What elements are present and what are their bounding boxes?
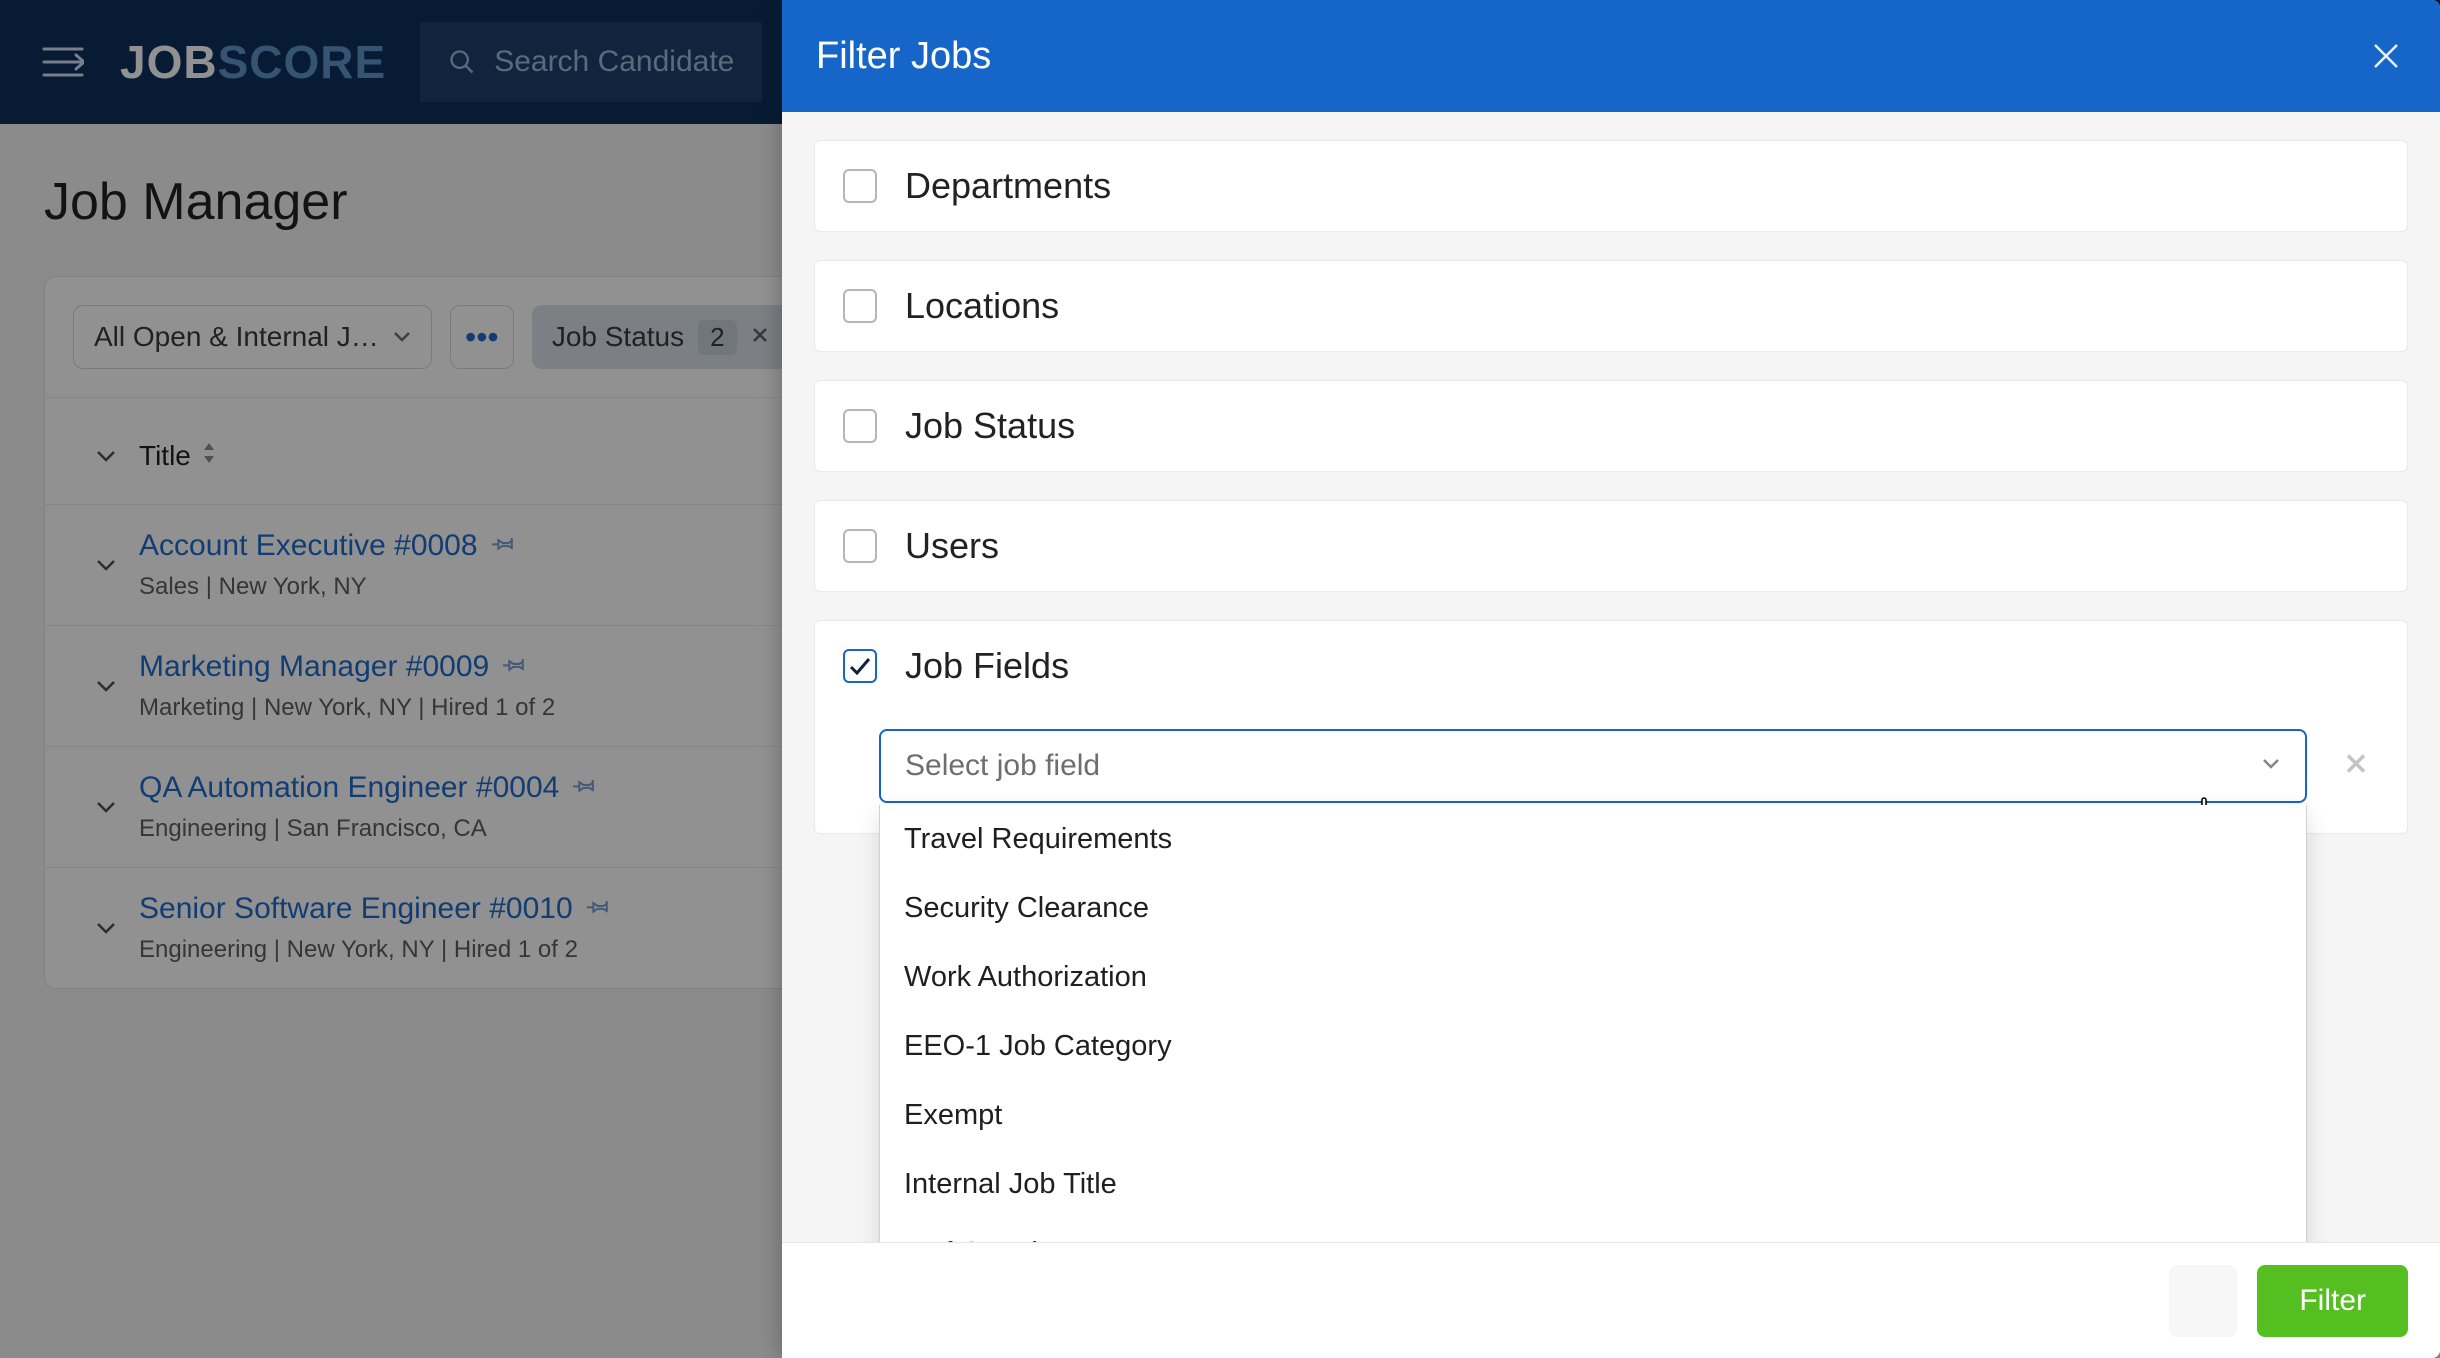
close-button[interactable] [2366,36,2406,76]
panel-footer: Filter [782,1242,2440,1358]
panel-body: Departments Locations Job Status Users [782,112,2440,1242]
dropdown-option[interactable]: Work Authorization [880,943,2306,1012]
checkbox[interactable] [843,169,877,203]
option-label: Internal Job Title [904,1168,1117,1201]
option-label: EEO-1 Job Category [904,1030,1172,1063]
dropdown-option[interactable]: EEO-1 Job Category [880,1012,2306,1081]
option-label: Travel Requirements [904,823,1172,856]
close-icon [2370,40,2402,72]
section-label: Users [905,525,999,567]
panel-header: Filter Jobs [782,0,2440,112]
dropdown-option[interactable]: Internal Job Title [880,1150,2306,1219]
cancel-button[interactable] [2169,1265,2237,1337]
filter-jobs-panel: Filter Jobs Departments Locations Job St… [782,0,2440,1358]
option-label: Exempt [904,1099,1002,1132]
dropdown-option[interactable]: Travel Requirements [880,805,2306,874]
check-icon [847,653,873,679]
dropdown-option[interactable]: Exempt [880,1081,2306,1150]
select-placeholder: Select job field [905,749,1100,783]
checkbox[interactable] [843,529,877,563]
filter-button[interactable]: Filter [2257,1265,2408,1337]
filter-section-departments[interactable]: Departments [814,140,2408,232]
job-field-select[interactable]: Select job field Travel Requirements Sec… [879,729,2307,803]
option-label: Security Clearance [904,892,1149,925]
filter-section-job-status[interactable]: Job Status [814,380,2408,472]
checkbox[interactable] [843,289,877,323]
clear-select-icon[interactable] [2343,751,2369,782]
chevron-down-icon [2261,757,2281,776]
section-label: Job Status [905,405,1075,447]
dropdown-option[interactable]: # of Openings [880,1219,2306,1242]
section-header[interactable]: Job Fields [815,621,2407,711]
section-label: Locations [905,285,1059,327]
job-field-dropdown: Travel Requirements Security Clearance W… [879,805,2307,1242]
checkbox-checked[interactable] [843,649,877,683]
filter-section-job-fields: Job Fields Select job field Travel Requi… [814,620,2408,834]
panel-title: Filter Jobs [816,35,991,78]
dropdown-option[interactable]: Security Clearance [880,874,2306,943]
checkbox[interactable] [843,409,877,443]
section-label: Departments [905,165,1111,207]
filter-section-users[interactable]: Users [814,500,2408,592]
option-label: # of Openings [904,1237,1085,1242]
option-label: Work Authorization [904,961,1147,994]
filter-section-locations[interactable]: Locations [814,260,2408,352]
section-label: Job Fields [905,645,1069,687]
filter-button-label: Filter [2299,1284,2366,1318]
lock-icon [1097,1237,1119,1242]
